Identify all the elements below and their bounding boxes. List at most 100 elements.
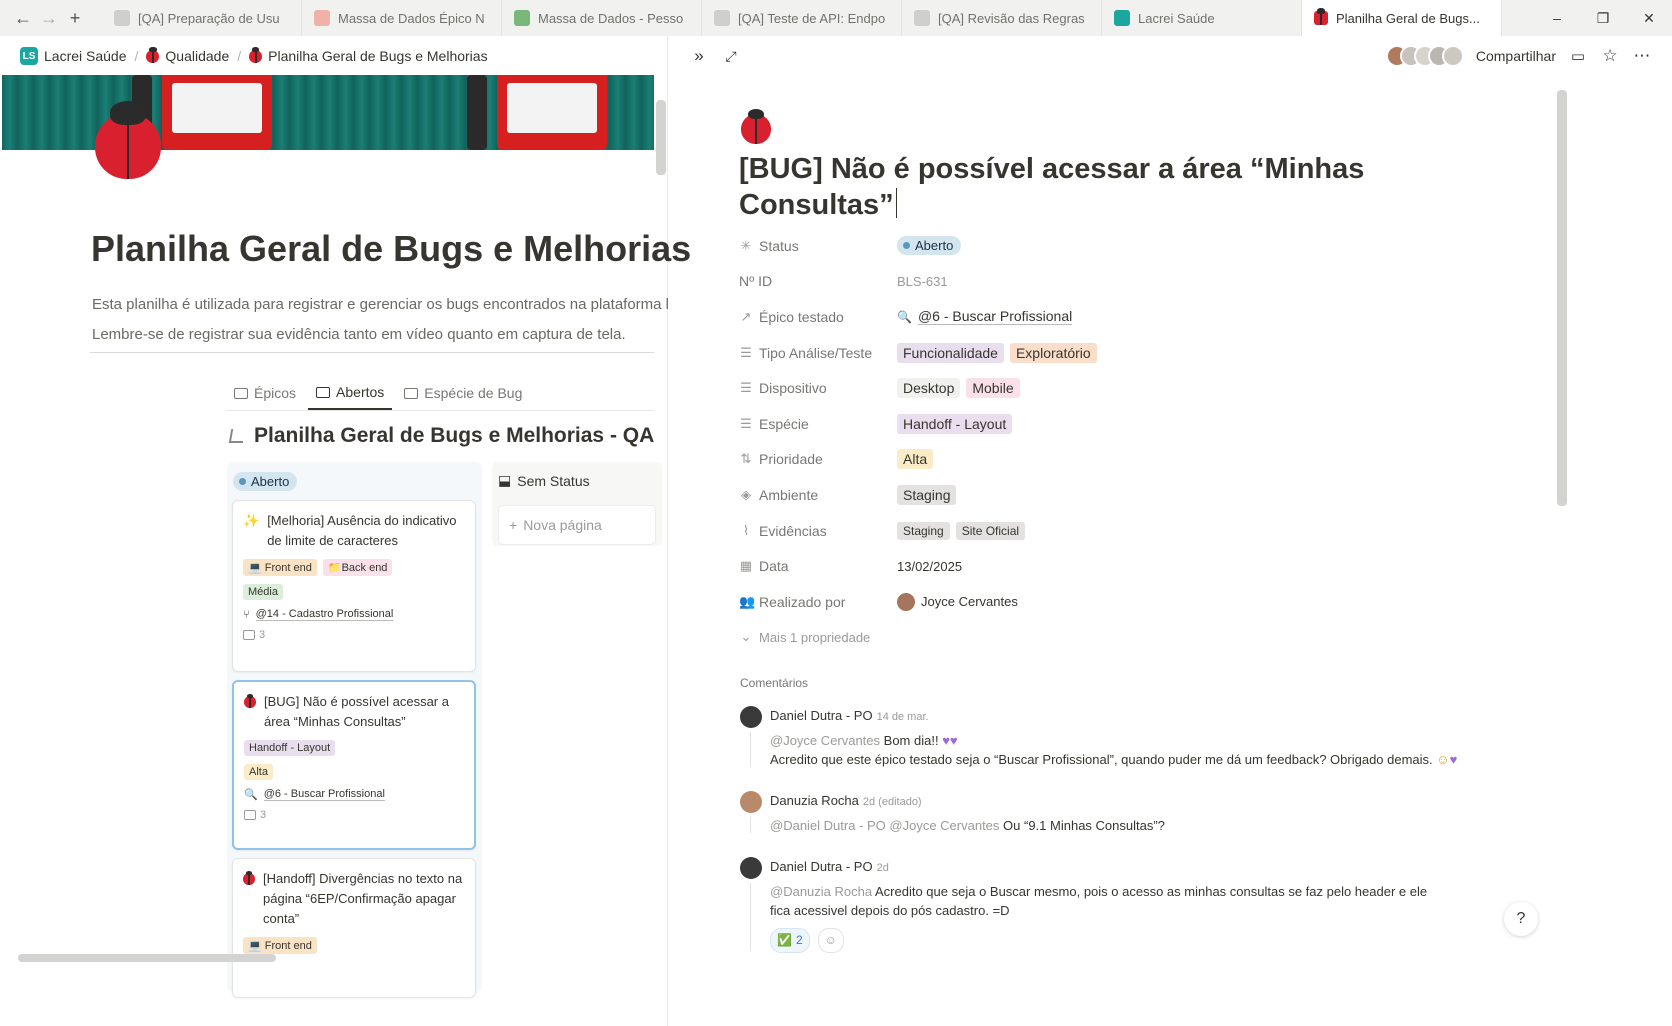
reaction-check[interactable]: ✅ 2 (770, 928, 810, 953)
tag-mobile: Mobile (966, 378, 1020, 399)
vertical-scrollbar[interactable] (656, 100, 666, 175)
page-ladybug-icon[interactable] (741, 108, 771, 144)
tab-qa-preparacao[interactable]: [QA] Preparação de Usu (102, 0, 302, 36)
card-relation[interactable]: ⑂ @14 - Cadastro Profissional (243, 608, 465, 621)
expand-icon[interactable]: ⤢ (721, 46, 741, 66)
property-dispositivo[interactable]: ☰ Dispositivo Desktop Mobile (739, 370, 1439, 406)
board-card[interactable]: ✨ [Melhoria] Ausência do indicativo de li… (232, 500, 476, 672)
board-card-selected[interactable]: [BUG] Não é possível acessar a área “Min… (232, 680, 476, 850)
comment: Daniel Dutra - PO 2d @Danuzia Rocha Acred… (740, 857, 1600, 953)
page-peek-pane: » ⤢ Compartilhar ▭ ☆ ⋯ [BUG] Não é possí… (669, 36, 1672, 1026)
status-label: Aberto (251, 474, 290, 489)
tab-qa-api[interactable]: [QA] Teste de API: Endpo (702, 0, 902, 36)
board-column-aberto: Aberto ✨ [Melhoria] Ausência do indicativ… (227, 462, 482, 998)
breadcrumb-label: Lacrei Saúde (44, 48, 127, 64)
breadcrumb-item-planilha[interactable]: Planilha Geral de Bugs e Melhorias (249, 47, 488, 64)
database-title-text: Planilha Geral de Bugs e Melhorias - QA (254, 424, 655, 447)
star-icon[interactable]: ☆ (1600, 46, 1620, 66)
tab-massa-pessoa[interactable]: Massa de Dados - Pesso (502, 0, 702, 36)
tab-lacrei-saude[interactable]: Lacrei Saúde (1102, 0, 1302, 36)
relation-link[interactable]: @6 - Buscar Profissional (917, 308, 1073, 326)
comment-text: Ou “9.1 Minhas Consultas”? (1003, 818, 1165, 833)
comment-icon[interactable]: ▭ (1568, 46, 1588, 66)
card-title: [Melhoria] Ausência do indicativo de lim… (267, 513, 457, 548)
page-icon (114, 10, 130, 26)
property-ambiente[interactable]: ◈ Ambiente Staging (739, 477, 1439, 513)
back-arrow-icon[interactable]: ← (10, 0, 36, 36)
add-reaction-button[interactable]: ☺ (817, 928, 844, 953)
minimize-icon[interactable]: – (1534, 10, 1580, 27)
tab-planilha-bugs[interactable]: Planilha Geral de Bugs... (1302, 0, 1502, 36)
mention[interactable]: @Danuzia Rocha (770, 884, 872, 899)
property-status[interactable]: ✳ Status Aberto (739, 228, 1439, 264)
microscope-icon (228, 429, 246, 443)
property-id[interactable]: Nº ID BLS-631 (739, 264, 1439, 300)
property-especie[interactable]: ☰ Espécie Handoff - Layout (739, 406, 1439, 442)
property-value: BLS-631 (897, 273, 948, 289)
people-icon: 👥 (739, 593, 756, 609)
view-tab-especie[interactable]: Espécie de Bug (396, 376, 530, 410)
column-title: Sem Status (517, 472, 590, 489)
collaborator-avatars[interactable] (1385, 45, 1464, 67)
fire-extinguisher-image (132, 75, 272, 150)
comment-author: Daniel Dutra - PO (770, 859, 873, 874)
restore-icon[interactable]: ❐ (1580, 10, 1626, 27)
breadcrumb-item-lacrei[interactable]: LS Lacrei Saúde (20, 47, 127, 65)
list-icon: ☰ (740, 344, 752, 360)
tab-label: Planilha Geral de Bugs... (1336, 10, 1480, 26)
comments-heading: Comentários (740, 676, 809, 690)
page-title-text: [BUG] Não é possível acessar a área “Min… (739, 153, 1365, 221)
property-label: Espécie (759, 415, 809, 432)
more-properties-toggle[interactable]: ⌄ Mais 1 propriedade (739, 620, 1439, 656)
vertical-scrollbar[interactable] (1557, 90, 1567, 506)
tab-massa-epico[interactable]: Massa de Dados Épico N (302, 0, 502, 36)
property-prioridade[interactable]: ⇅ Prioridade Alta (739, 442, 1439, 478)
calendar-icon: ▦ (739, 558, 753, 574)
property-realizado[interactable]: 👥 Realizado por Joyce Cervantes (739, 584, 1439, 620)
lacrei-logo-icon: LS (20, 47, 38, 65)
close-peek-icon[interactable]: » (689, 46, 709, 66)
tag-desktop: Desktop (897, 378, 961, 399)
status-badge: Aberto (233, 472, 298, 491)
more-label: Mais 1 propriedade (759, 629, 871, 645)
new-tab-plus-icon[interactable]: + (62, 0, 88, 36)
status-spinner-icon: ✳ (740, 237, 752, 253)
close-icon[interactable]: ✕ (1626, 10, 1672, 27)
property-label: Prioridade (759, 451, 823, 468)
database-views: Épicos Abertos Espécie de Bug (226, 376, 530, 410)
description-line: Esta planilha é utilizada para registrar… (92, 296, 670, 313)
comment-count: 3 (260, 809, 267, 821)
file-staging[interactable]: Staging (897, 521, 950, 540)
comment: Danuzia Rocha 2d (editado) @Daniel Dutra … (740, 791, 1600, 835)
forward-arrow-icon[interactable]: → (36, 0, 62, 36)
property-data[interactable]: ▦ Data 13/02/2025 (739, 548, 1439, 584)
card-relation[interactable]: 🔍 @6 - Buscar Profissional (244, 788, 464, 801)
smile-emoji-icon: ☺ (1436, 752, 1450, 767)
plus-icon: + (509, 517, 518, 533)
property-epico[interactable]: ↗ Épico testado 🔍 @6 - Buscar Profissional (739, 299, 1439, 335)
page-title[interactable]: [BUG] Não é possível acessar a área “Min… (739, 151, 1419, 223)
browser-tab-bar: ← → + [QA] Preparação de Usu Massa de Da… (0, 0, 1672, 36)
view-tab-epicos[interactable]: Épicos (226, 376, 304, 410)
tag-exploratorio: Exploratório (1009, 342, 1097, 363)
comment-icon (244, 810, 256, 820)
property-tipo[interactable]: ☰ Tipo Análise/Teste Funcionalidade Explor… (739, 335, 1439, 371)
mention[interactable]: @Joyce Cervantes (770, 733, 880, 748)
mention[interactable]: @Daniel Dutra - PO @Joyce Cervantes (770, 818, 999, 833)
board-card[interactable]: [Handoff] Divergências no texto na págin… (232, 858, 476, 998)
page-ladybug-icon[interactable] (95, 101, 161, 179)
property-label: Realizado por (759, 593, 846, 610)
avatar (740, 706, 762, 728)
tag-funcionalidade: Funcionalidade (897, 342, 1004, 363)
file-site-oficial[interactable]: Site Oficial (955, 521, 1026, 540)
property-evidencias[interactable]: ⌇ Evidências Staging Site Oficial (739, 513, 1439, 549)
view-tab-abertos[interactable]: Abertos (308, 376, 393, 410)
tab-qa-revisao[interactable]: [QA] Revisão das Regras (902, 0, 1102, 36)
breadcrumb-item-qualidade[interactable]: Qualidade (146, 47, 229, 64)
tab-label: Massa de Dados - Pesso (538, 10, 684, 26)
share-button[interactable]: Compartilhar (1476, 48, 1556, 64)
new-page-button[interactable]: + Nova página (498, 505, 656, 545)
help-button[interactable]: ? (1504, 902, 1538, 936)
more-options-icon[interactable]: ⋯ (1632, 46, 1652, 66)
horizontal-scrollbar[interactable] (18, 954, 276, 962)
